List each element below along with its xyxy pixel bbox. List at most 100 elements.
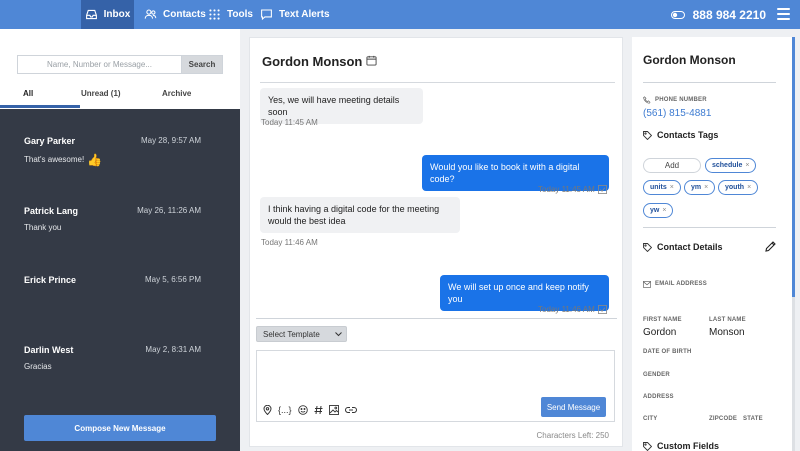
link-icon[interactable]	[344, 406, 357, 414]
conversation-item[interactable]: Erick Prince May 5, 6:56 PM	[0, 275, 240, 335]
nav-inbox-label: Inbox	[103, 9, 131, 20]
contact-phone-link[interactable]: (561) 815-4881	[643, 108, 711, 119]
remove-tag-icon[interactable]: ×	[662, 207, 666, 214]
conversation-item[interactable]: Darlin West May 2, 8:31 AM Gracias	[0, 345, 240, 405]
chat-icon	[261, 9, 272, 21]
tag-chip[interactable]: youth ×	[718, 180, 759, 195]
message-preview: That's awesome! 👍	[24, 153, 103, 167]
nav-text-alerts-label: Text Alerts	[279, 9, 330, 20]
message-timestamp: Today 11:46 AM	[538, 305, 595, 314]
hamburger-menu-icon[interactable]	[777, 8, 790, 20]
search-input[interactable]	[17, 55, 181, 74]
date-of-birth-label: DATE OF BIRTH	[643, 349, 692, 355]
template-select[interactable]: Select Template	[256, 326, 347, 342]
chevron-down-icon	[335, 331, 342, 336]
message-timestamp: Today 11:45 AM	[261, 118, 318, 127]
contact-details-panel: Gordon Monson PHONE NUMBER (561) 815-488…	[632, 37, 792, 451]
edit-pencil-icon[interactable]	[765, 241, 776, 252]
add-tag-button[interactable]: Add	[643, 158, 701, 173]
tag-chip[interactable]: yw ×	[643, 203, 674, 218]
hashtag-icon[interactable]	[314, 405, 323, 415]
phone-number-label: PHONE NUMBER	[655, 97, 707, 103]
phone-display: 888 984 2210	[670, 0, 766, 29]
message-preview: Gracias	[24, 362, 52, 371]
conversation-date: May 26, 11:26 AM	[137, 206, 201, 215]
conversation-item[interactable]: Patrick Lang May 26, 11:26 AM Thank you	[0, 206, 240, 266]
email-address-label: EMAIL ADDRESS	[655, 281, 707, 287]
tab-unread[interactable]: Unread (1)	[81, 89, 121, 98]
custom-fields-heading: Custom Fields	[643, 441, 719, 451]
tab-all[interactable]: All	[23, 89, 33, 98]
first-name-value: Gordon	[643, 327, 677, 338]
divider	[643, 227, 776, 228]
contacts-icon	[144, 9, 157, 19]
tab-archive[interactable]: Archive	[162, 89, 191, 98]
nav-contacts-label: Contacts	[163, 9, 206, 20]
remove-tag-icon[interactable]: ×	[670, 184, 674, 191]
chat-panel: Gordon Monson Yes, we will have meeting …	[249, 37, 623, 447]
tag-chip[interactable]: units ×	[643, 180, 681, 195]
send-message-button[interactable]: Send Message	[541, 397, 606, 417]
remove-tag-icon[interactable]: ×	[704, 184, 708, 191]
state-label: STATE	[743, 416, 763, 422]
nav-inbox[interactable]: Inbox	[81, 0, 134, 29]
conversation-date: May 28, 9:57 AM	[140, 136, 201, 145]
compose-toolbar: {...}	[263, 405, 357, 415]
contacts-tags-heading: Contacts Tags	[643, 130, 718, 140]
tag-icon	[643, 242, 652, 252]
location-pin-icon[interactable]	[263, 405, 272, 415]
contact-name-heading: Gordon Monson	[643, 53, 736, 67]
last-name-label: LAST NAME	[709, 317, 746, 323]
chat-header-divider	[260, 82, 615, 83]
nav-tools[interactable]: Tools	[208, 0, 253, 29]
zipcode-label: ZIPCODE	[709, 416, 738, 422]
scrollbar-thumb[interactable]	[792, 37, 795, 297]
conversation-panel: Search All Unread (1) Archive Gary Parke…	[0, 29, 240, 451]
top-nav-bar: Inbox Contacts Tools Text Alerts 888 984…	[0, 0, 800, 29]
compose-new-message-button[interactable]: Compose New Message	[24, 415, 216, 441]
phone-icon	[643, 96, 651, 104]
search-bar: Search	[17, 55, 223, 74]
message-timestamp: Today 11:45 AM	[538, 185, 595, 194]
contact-name: Gary Parker	[24, 136, 76, 146]
first-name-label: FIRST NAME	[643, 317, 682, 323]
remove-tag-icon[interactable]: ×	[745, 162, 749, 169]
contact-details-heading: Contact Details	[643, 242, 723, 252]
gender-label: GENDER	[643, 372, 670, 378]
template-select-value: Select Template	[263, 329, 320, 339]
nav-text-alerts[interactable]: Text Alerts	[260, 0, 330, 29]
tag-chip[interactable]: ym ×	[684, 180, 716, 195]
conversation-date: May 5, 6:56 PM	[144, 275, 201, 284]
contact-name: Erick Prince	[24, 275, 77, 285]
tag-icon	[643, 441, 652, 451]
emoji-icon[interactable]	[297, 405, 308, 415]
contact-name: Darlin West	[24, 345, 74, 355]
conversation-list: Gary Parker May 28, 9:57 AM That's aweso…	[0, 109, 240, 451]
search-button[interactable]: Search	[181, 55, 223, 74]
read-check-icon	[598, 185, 607, 194]
message-preview: Thank you	[24, 223, 62, 232]
city-label: CITY	[643, 416, 658, 422]
divider	[643, 82, 776, 83]
conversation-item[interactable]: Gary Parker May 28, 9:57 AM That's aweso…	[0, 136, 240, 196]
conversation-tabs: All Unread (1) Archive	[0, 89, 240, 109]
compose-divider	[256, 318, 617, 319]
contact-name: Patrick Lang	[24, 206, 79, 216]
address-label: ADDRESS	[643, 394, 674, 400]
remove-tag-icon[interactable]: ×	[747, 184, 751, 191]
image-icon[interactable]	[328, 405, 339, 415]
toggle-icon	[670, 10, 685, 19]
calendar-icon[interactable]	[366, 55, 377, 66]
inbox-icon	[85, 9, 97, 20]
conversation-date: May 2, 8:31 AM	[145, 345, 201, 354]
tag-icon	[643, 130, 652, 140]
message-textarea[interactable]: {...} Send Message	[256, 350, 615, 422]
message-timestamp: Today 11:46 AM	[261, 238, 318, 247]
variable-insert-button[interactable]: {...}	[278, 405, 292, 415]
characters-left: Characters Left: 250	[536, 431, 609, 440]
tag-chip[interactable]: schedule ×	[705, 158, 757, 173]
message-bubble-incoming: I think having a digital code for the me…	[260, 197, 460, 233]
nav-contacts[interactable]: Contacts	[144, 0, 206, 29]
read-check-icon	[598, 305, 607, 314]
tools-icon	[209, 9, 220, 20]
